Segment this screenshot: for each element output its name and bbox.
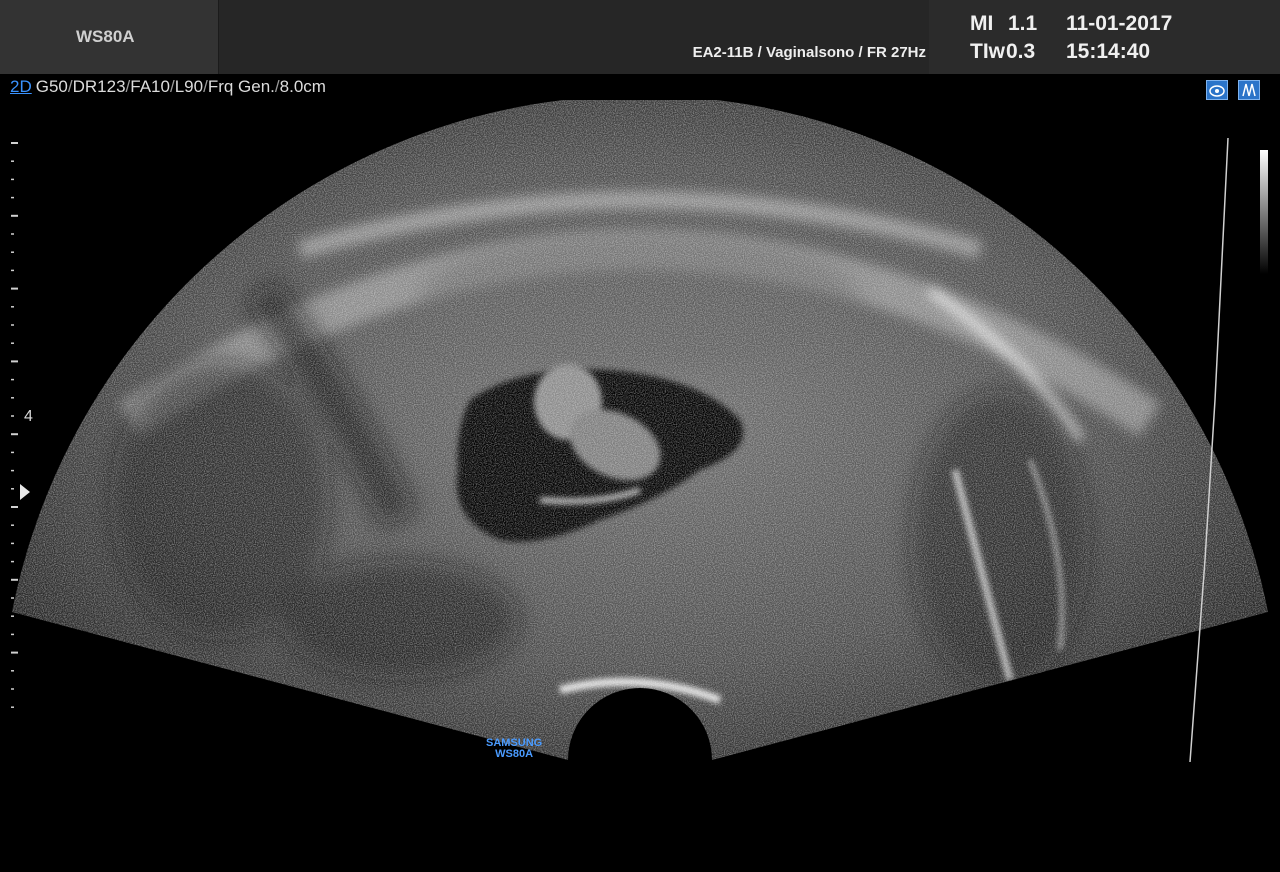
imaging-parameters: 2D G50/DR123/FA10/L90/Frq Gen./8.0cm bbox=[10, 77, 326, 96]
mode-label[interactable]: 2D bbox=[10, 77, 32, 96]
top-header: WS80A EA2-11B / Vaginalsono / FR 27Hz MI… bbox=[0, 0, 1280, 74]
param-gain: G50 bbox=[35, 77, 68, 96]
top-icon-group bbox=[1200, 80, 1260, 100]
presets-icon[interactable] bbox=[1238, 80, 1260, 100]
info-panel bbox=[219, 0, 929, 74]
mi-value: 1.1 bbox=[1008, 12, 1038, 35]
camera-icon[interactable] bbox=[1205, 80, 1228, 100]
ti-value: 0.3 bbox=[1006, 40, 1036, 63]
param-dynamic-range: DR123 bbox=[72, 77, 126, 96]
param-frame-avg: FA10 bbox=[130, 77, 170, 96]
focus-marker-icon[interactable] bbox=[20, 484, 30, 500]
model-name: WS80A bbox=[76, 27, 135, 46]
model-panel: WS80A bbox=[0, 0, 219, 74]
ti-label: TIw bbox=[970, 40, 1005, 63]
depth-scale bbox=[11, 142, 18, 708]
exam-time: 15:14:40 bbox=[1066, 40, 1151, 63]
exam-date: 11-01-2017 bbox=[1066, 12, 1173, 35]
grayscale-bar bbox=[1260, 150, 1268, 274]
probe-info: EA2-11B / Vaginalsono / FR 27Hz bbox=[692, 44, 926, 61]
ultrasound-image bbox=[11, 100, 1268, 763]
mi-label: MI bbox=[970, 12, 994, 35]
acoustic-info-panel: MI 1.1 TIw 0.3 11-01-2017 15:14:40 bbox=[930, 0, 1280, 74]
param-frequency: Frq Gen. bbox=[207, 77, 275, 96]
watermark-line2: WS80A bbox=[495, 748, 534, 760]
watermark: SAMSUNG WS80A bbox=[486, 738, 542, 760]
param-depth: 8.0cm bbox=[279, 77, 326, 96]
param-line-density: L90 bbox=[174, 77, 204, 96]
depth-label: 4 bbox=[24, 408, 33, 425]
